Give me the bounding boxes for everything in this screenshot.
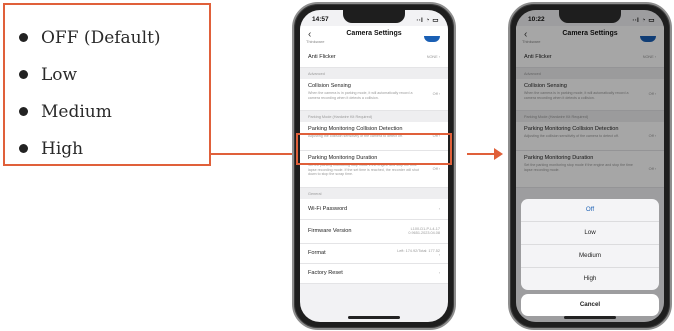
phone-left: 14:57 ∙∙l ◔ ▭ ‹ Thinkware Camera Setting… xyxy=(292,2,456,330)
options-list: OFF (Default) Low Medium High xyxy=(5,5,209,167)
setting-label: Anti Flicker xyxy=(308,54,336,60)
sheet-option-off[interactable]: Off xyxy=(521,199,659,222)
setting-value: NONE › xyxy=(426,55,440,59)
sheet-option-low[interactable]: Low xyxy=(521,222,659,245)
nav-subtitle: Thinkware xyxy=(306,39,325,44)
nav-bar: ‹ Thinkware Camera Settings xyxy=(300,26,448,48)
bullet-icon xyxy=(19,107,28,116)
settings-row[interactable]: Anti Flicker NONE › xyxy=(300,48,448,68)
section-header: General xyxy=(300,188,448,199)
option-item: Low xyxy=(19,56,209,93)
notch xyxy=(343,10,405,23)
section-label: General xyxy=(308,192,322,196)
options-callout: OFF (Default) Low Medium High xyxy=(3,3,211,166)
setting-label: Factory Reset xyxy=(308,270,343,276)
settings-row[interactable]: Format Left: 174.92/Total: 177.52 › xyxy=(300,244,448,264)
sheet-option-high[interactable]: High xyxy=(521,268,659,290)
option-item: Medium xyxy=(19,93,209,130)
option-label: OFF (Default) xyxy=(41,27,161,48)
setting-value: Left: 174.92/Total: 177.52 › xyxy=(397,249,440,257)
phone-right: 10:22 ∙∙l ◔ ▭ ‹ Thinkware Camera Setting… xyxy=(508,2,672,330)
settings-row[interactable]: Firmware Version L100-D1-P-L4-17 0.9651.2… xyxy=(300,220,448,244)
cancel-button[interactable]: Cancel xyxy=(521,294,659,316)
phone-left-screen: 14:57 ∙∙l ◔ ▭ ‹ Thinkware Camera Setting… xyxy=(300,10,448,322)
setting-value: L100-D1-P-L4-17 0.9651.2023.04.08 xyxy=(408,227,440,235)
setting-label: Collision Sensing xyxy=(308,83,351,89)
settings-list: Anti Flicker NONE › Advanced Collision Sens… xyxy=(300,48,448,284)
setting-value: › xyxy=(438,271,440,275)
home-indicator xyxy=(564,316,616,319)
settings-row[interactable]: Factory Reset › xyxy=(300,264,448,284)
setting-value: › xyxy=(438,207,440,211)
bullet-icon xyxy=(19,33,28,42)
option-item: High xyxy=(19,130,209,167)
arrow-right-icon xyxy=(494,148,503,160)
bullet-icon xyxy=(19,70,28,79)
setting-label: Firmware Version xyxy=(308,228,352,234)
sheet-option-medium[interactable]: Medium xyxy=(521,245,659,268)
action-sheet-options: Off Low Medium High xyxy=(521,199,659,290)
status-time: 14:57 xyxy=(312,16,329,23)
setting-label: Wi-Fi Password xyxy=(308,206,348,212)
status-icons: ∙∙l ◔ ▭ xyxy=(416,17,439,24)
settings-row[interactable]: Collision Sensing When the camera is in p… xyxy=(300,79,448,111)
section-label: Advanced xyxy=(308,72,325,76)
setting-value: Off › xyxy=(432,92,440,96)
section-label: Parking Mode (Hardwire Kit Required) xyxy=(308,115,373,119)
section-header: Advanced xyxy=(300,68,448,79)
option-label: High xyxy=(41,138,84,159)
setting-description: When the camera is in parking mode, it w… xyxy=(308,91,413,100)
home-indicator xyxy=(348,316,400,319)
bullet-icon xyxy=(19,144,28,153)
phone-right-screen: 10:22 ∙∙l ◔ ▭ ‹ Thinkware Camera Setting… xyxy=(516,10,664,322)
arrow-line xyxy=(467,153,497,155)
callout-connector xyxy=(209,153,297,155)
settings-row[interactable]: Wi-Fi Password › xyxy=(300,199,448,220)
option-label: Low xyxy=(41,64,78,85)
highlight-collision-detection-row xyxy=(296,133,452,165)
option-item: OFF (Default) xyxy=(19,19,209,56)
setting-value: Off › xyxy=(432,167,440,171)
option-label: Medium xyxy=(41,101,112,122)
setting-label: Parking Monitoring Collision Detection xyxy=(308,126,403,132)
setting-description: Set the parking monitoring stop mode if … xyxy=(308,163,419,176)
notch xyxy=(559,10,621,23)
setting-label: Format xyxy=(308,250,326,256)
device-icon xyxy=(424,36,440,42)
section-header: Parking Mode (Hardwire Kit Required) xyxy=(300,111,448,122)
action-sheet: Off Low Medium High Cancel xyxy=(521,199,659,316)
